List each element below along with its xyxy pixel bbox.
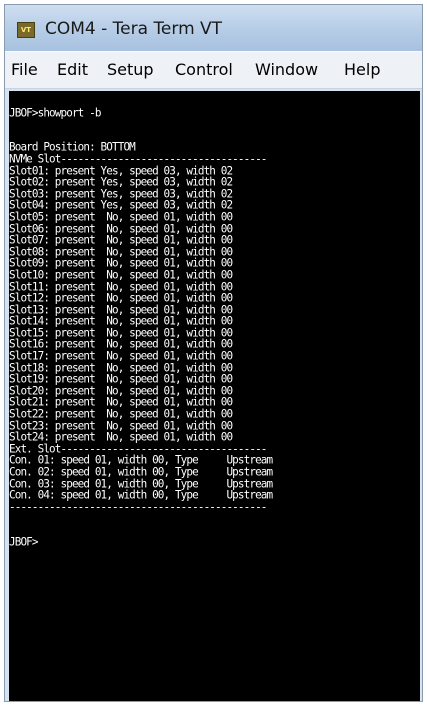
menu-file[interactable]: File [11, 60, 38, 79]
terminal-line: JBOF> [9, 534, 39, 549]
terminal-screen[interactable]: JBOF>showport -b Board Position: BOTTOM NV… [9, 91, 420, 701]
terminal-output: JBOF>showport -b Board Position: BOTTOM NV… [9, 95, 273, 549]
title-bar[interactable]: VT COM4 - Tera Term VT [5, 5, 422, 51]
menu-edit[interactable]: Edit [57, 60, 88, 79]
tera-term-app-icon[interactable]: VT [17, 22, 35, 38]
app-icon-label: VT [20, 26, 32, 34]
menu-window[interactable]: Window [255, 60, 318, 79]
tera-term-window: VT COM4 - Tera Term VT File Edit Setup C… [4, 4, 423, 702]
menu-control[interactable]: Control [175, 60, 233, 79]
menu-bar: File Edit Setup Control Window Help [5, 51, 422, 89]
menu-help[interactable]: Help [344, 60, 380, 79]
window-title: COM4 - Tera Term VT [45, 19, 223, 39]
menu-setup[interactable]: Setup [107, 60, 154, 79]
